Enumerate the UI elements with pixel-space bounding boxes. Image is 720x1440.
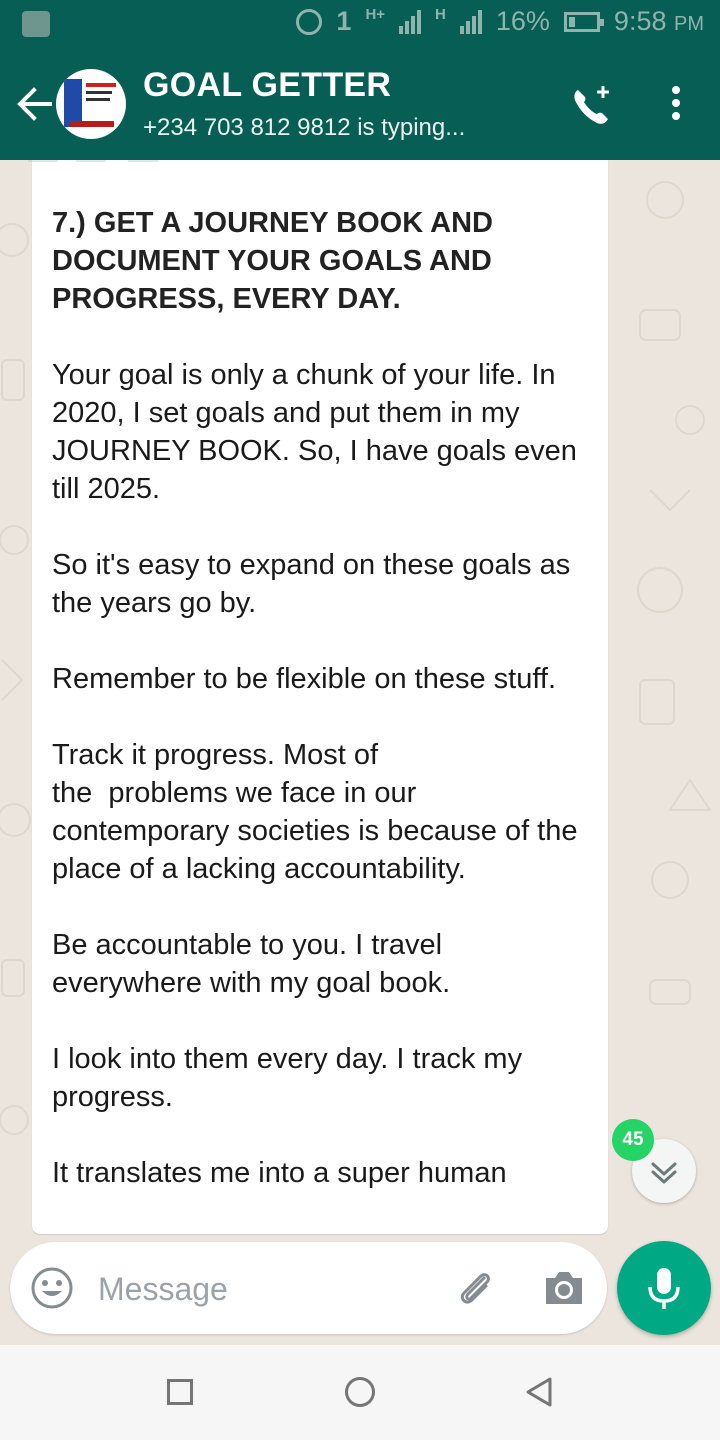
status-bar: 1 H+ H 16% 9:58 PM xyxy=(0,0,720,50)
message-paragraph: I look into them every day. I track my p… xyxy=(52,1043,531,1113)
camera-icon[interactable] xyxy=(542,1268,586,1308)
home-button[interactable] xyxy=(345,1377,375,1407)
voice-record-button[interactable] xyxy=(617,1241,711,1335)
paperclip-icon[interactable] xyxy=(454,1266,498,1310)
emoji-icon[interactable] xyxy=(30,1266,74,1310)
message-paragraph: Remember to be flexible on these stuff. xyxy=(52,663,557,695)
chat-header: GOAL GETTER +234 703 812 9812 is typing.… xyxy=(0,50,720,160)
data-arrows-icon: 1 xyxy=(336,6,352,36)
alarm-icon xyxy=(296,8,323,35)
more-options-icon[interactable] xyxy=(662,86,690,126)
system-navigation-bar xyxy=(0,1345,720,1440)
message-paragraph: Your goal is only a chunk of your life. … xyxy=(52,359,585,505)
contact-avatar[interactable] xyxy=(56,69,126,139)
message-composer xyxy=(10,1242,607,1334)
microphone-icon xyxy=(648,1268,680,1309)
signal-strength-icon-2 xyxy=(459,9,482,34)
unread-count-badge[interactable]: 45 xyxy=(612,1119,654,1161)
clock-ampm: PM xyxy=(674,13,704,35)
network-type-label: H+ xyxy=(365,6,386,23)
message-paragraph: So it's easy to expand on these goals as… xyxy=(52,549,579,619)
message-heading: 7.) GET A JOURNEY BOOK AND DOCUMENT YOUR… xyxy=(52,207,493,315)
contact-name[interactable]: GOAL GETTER xyxy=(143,66,391,105)
add-call-icon[interactable] xyxy=(568,82,614,128)
image-remnant xyxy=(28,160,158,162)
message-paragraph: Be accountable to you. I travel everywhe… xyxy=(52,929,451,999)
gallery-notification-icon xyxy=(22,11,50,37)
battery-icon xyxy=(563,11,604,32)
signal-strength-icon xyxy=(399,9,422,34)
network-type-label-2: H xyxy=(435,6,446,23)
back-arrow-icon[interactable] xyxy=(14,80,54,128)
message-paragraph: It translates me into a super human xyxy=(52,1157,507,1189)
nav-back-icon[interactable] xyxy=(524,1376,554,1408)
recent-apps-button[interactable] xyxy=(167,1379,193,1405)
typing-status: +234 703 812 9812 is typing... xyxy=(143,114,466,141)
chat-area[interactable]: 7.) GET A JOURNEY BOOK AND DOCUMENT YOUR… xyxy=(0,160,720,1345)
message-bubble[interactable]: 7.) GET A JOURNEY BOOK AND DOCUMENT YOUR… xyxy=(32,160,608,1234)
message-paragraph: Track it progress. Most of the problems … xyxy=(52,739,578,885)
clock: 9:58 PM xyxy=(614,6,704,37)
battery-percent: 16% xyxy=(495,6,550,36)
clock-time: 9:58 xyxy=(613,6,667,36)
message-input[interactable] xyxy=(96,1264,440,1314)
